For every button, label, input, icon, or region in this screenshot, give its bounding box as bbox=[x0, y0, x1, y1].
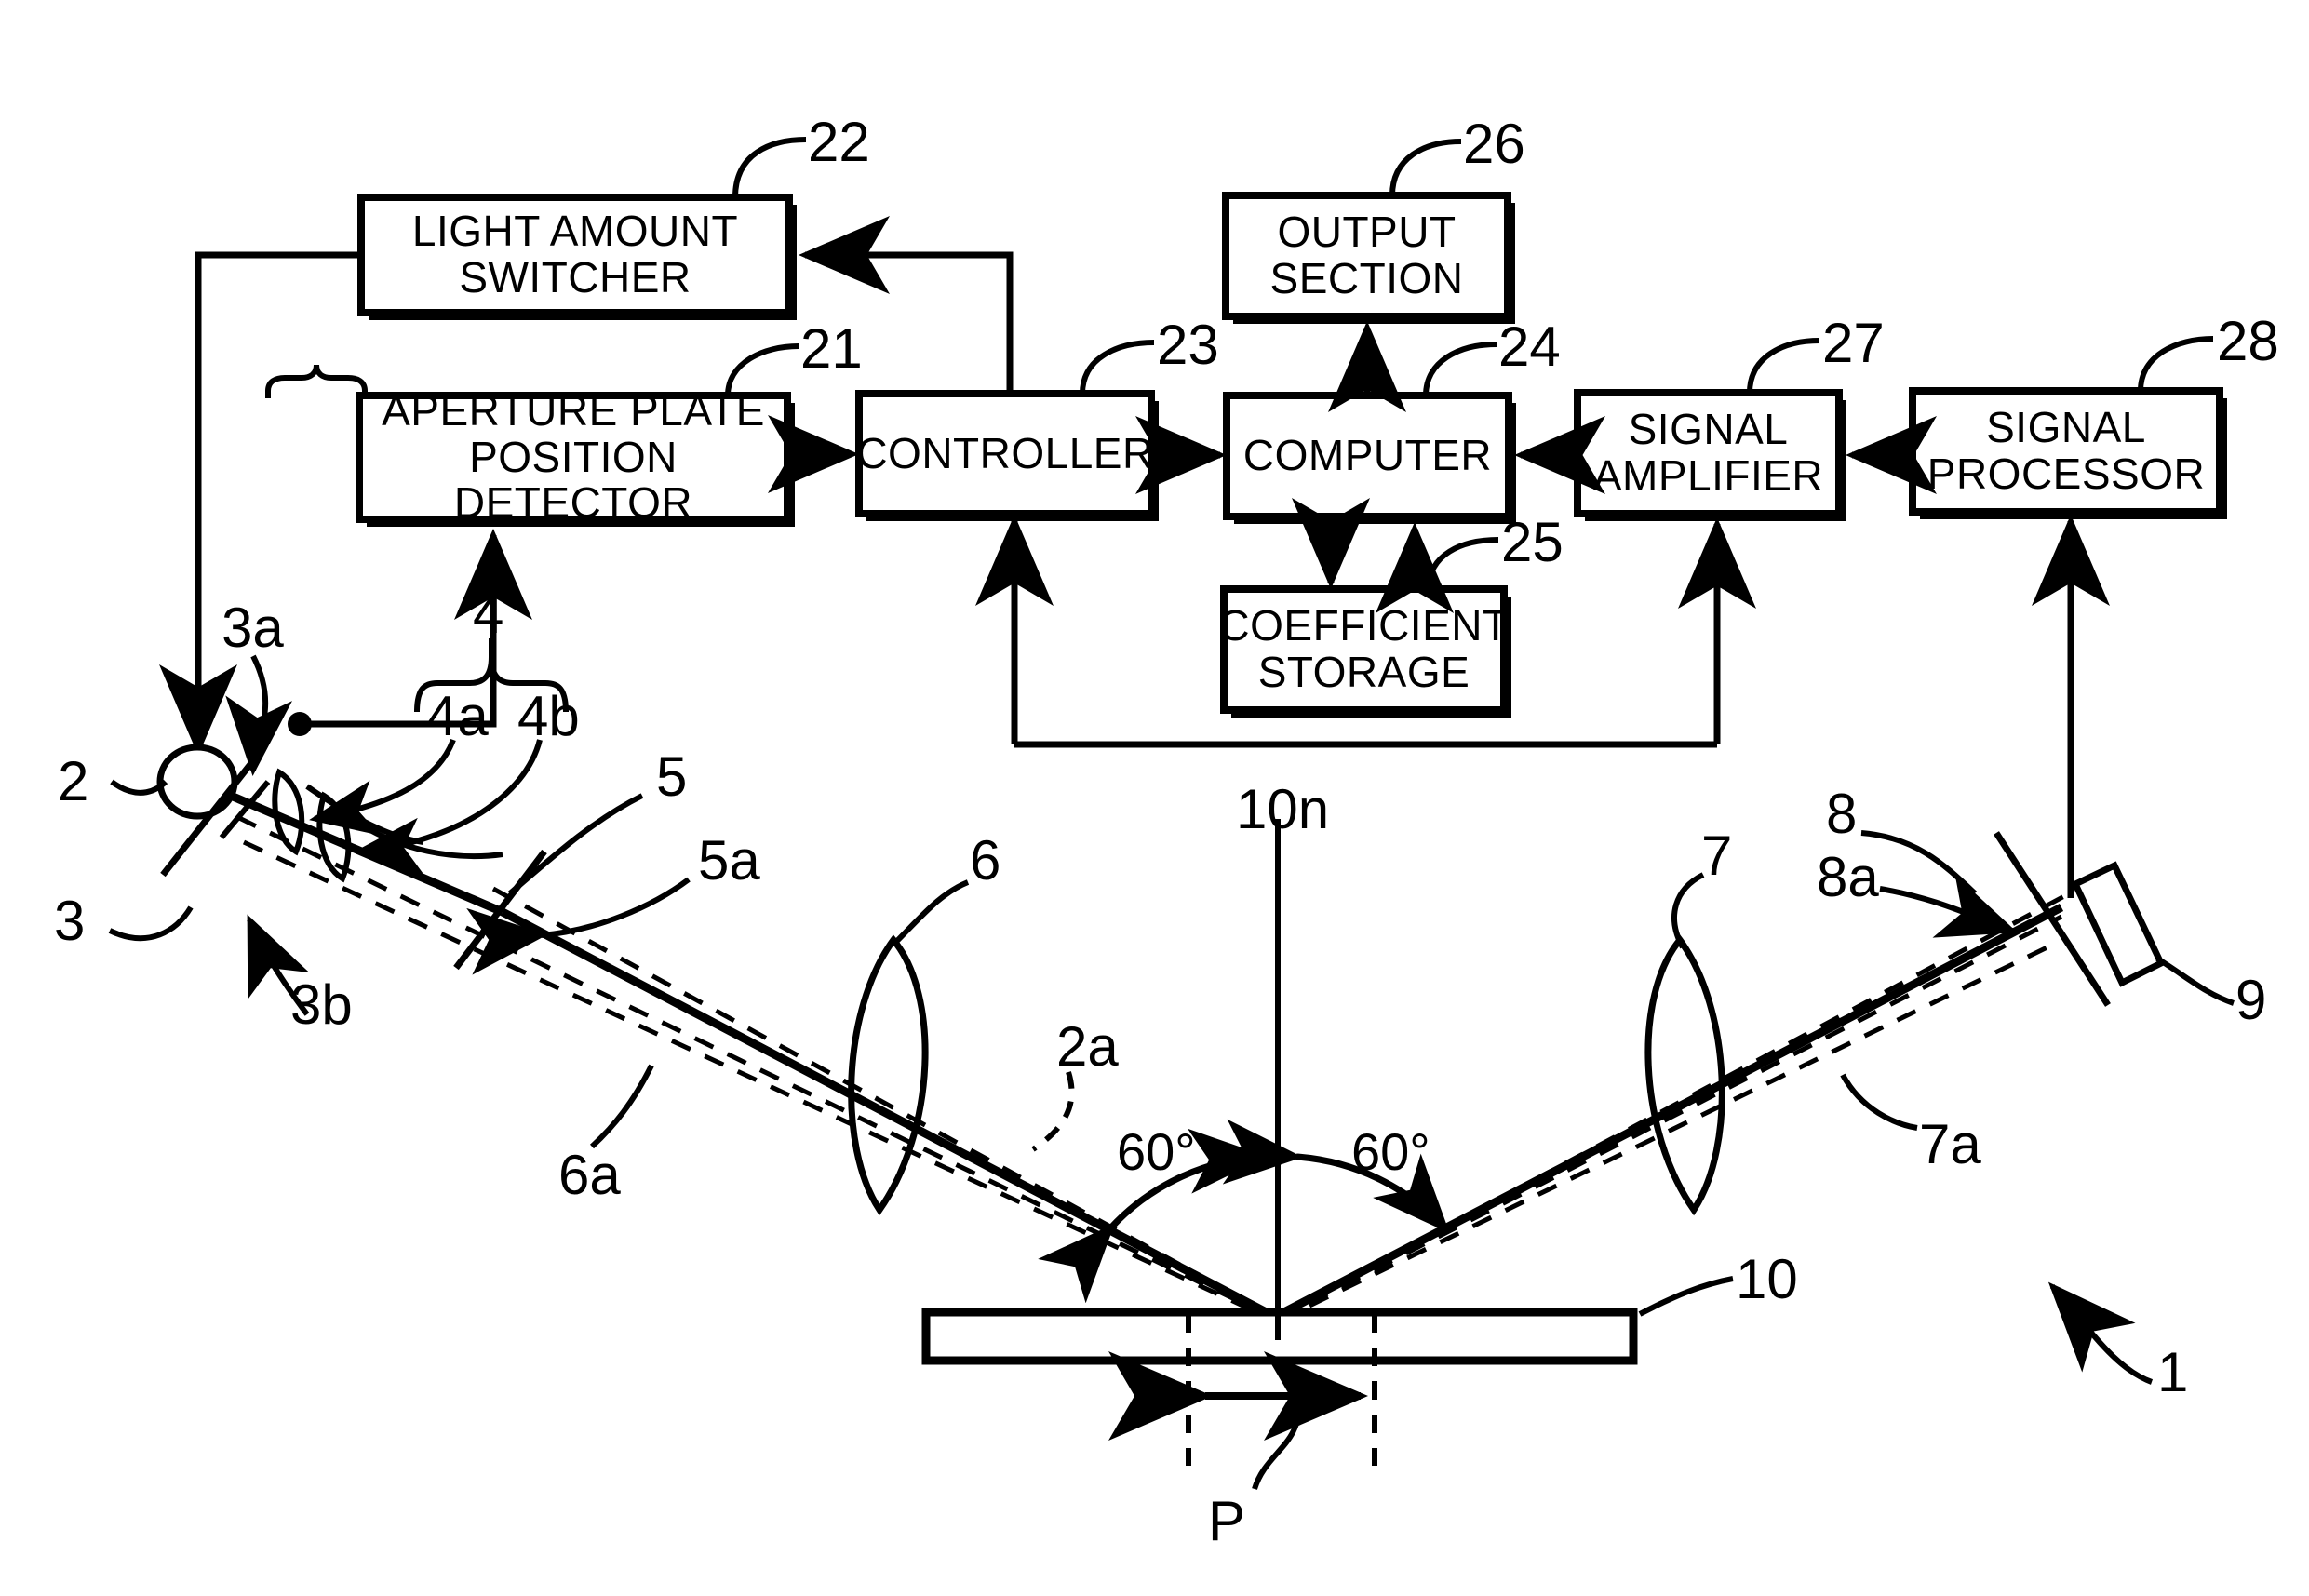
ref-numeral-6a: 6a bbox=[558, 1144, 621, 1206]
ref-numeral-8a: 8a bbox=[1817, 846, 1879, 908]
ref-numeral-6: 6 bbox=[970, 829, 1001, 892]
ref-numeral-21: 21 bbox=[800, 317, 863, 380]
ref-numeral-1: 1 bbox=[2157, 1341, 2189, 1403]
ref-numeral-27: 27 bbox=[1822, 312, 1885, 374]
ref-numeral-7a: 7a bbox=[1919, 1113, 1981, 1175]
ref-numeral-4: 4 bbox=[473, 583, 504, 645]
ref-numeral-5: 5 bbox=[656, 745, 688, 808]
diagram-svg bbox=[108, 137, 2235, 1490]
ref-numeral-4a: 4a bbox=[426, 685, 489, 747]
ref-numeral-10: 10 bbox=[1736, 1248, 1798, 1310]
ref-numeral-28: 28 bbox=[2217, 310, 2279, 372]
ref-numeral-7: 7 bbox=[1701, 825, 1733, 887]
ref-numeral-23: 23 bbox=[1157, 314, 1219, 376]
principal-ray bbox=[229, 791, 2064, 1321]
block-wiring bbox=[159, 216, 2110, 898]
block-boxes bbox=[356, 192, 2227, 718]
ref-numeral-4b: 4b bbox=[517, 685, 580, 747]
lens-6 bbox=[848, 934, 929, 1216]
ref-numeral-26: 26 bbox=[1463, 113, 1525, 175]
detector-9 bbox=[2071, 861, 2166, 987]
figure-canvas: LIGHT AMOUNT SWITCHER APERTURE PLATE POS… bbox=[0, 0, 2309, 1596]
ref-numeral-9: 9 bbox=[2235, 969, 2267, 1031]
ref-numeral-2: 2 bbox=[58, 750, 89, 812]
ref-numeral-2a: 2a bbox=[1056, 1015, 1119, 1078]
ref-numeral-3a: 3a bbox=[222, 597, 284, 659]
ref-numeral-3: 3 bbox=[54, 890, 86, 952]
ref-numeral-3b: 3b bbox=[290, 973, 353, 1036]
lens-7 bbox=[1644, 934, 1725, 1216]
ref-numeral-8: 8 bbox=[1826, 783, 1858, 845]
ref-numeral-P: P bbox=[1208, 1490, 1246, 1552]
ref-numeral-10n: 10n bbox=[1236, 778, 1330, 840]
angle-label-right: 60° bbox=[1351, 1122, 1430, 1181]
ref-numeral-25: 25 bbox=[1501, 511, 1564, 573]
light-source bbox=[156, 744, 238, 820]
ref-numeral-5a: 5a bbox=[698, 829, 760, 892]
angle-label-left: 60° bbox=[1117, 1122, 1196, 1181]
ref-numeral-24: 24 bbox=[1498, 315, 1561, 378]
ref-numeral-22: 22 bbox=[808, 111, 870, 173]
